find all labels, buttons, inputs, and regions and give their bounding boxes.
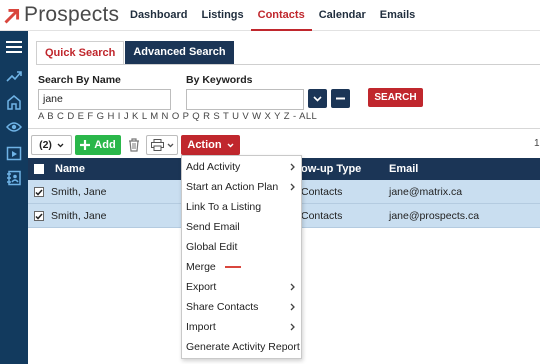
chevron-right-icon bbox=[290, 323, 295, 331]
menu-item-link-to-listing[interactable]: Link To a Listing bbox=[182, 197, 301, 217]
keywords-input[interactable] bbox=[186, 89, 304, 110]
menu-item-label: Share Contacts bbox=[186, 301, 259, 313]
menu-item-label: Link To a Listing bbox=[186, 201, 262, 213]
chevron-down-icon bbox=[313, 95, 322, 102]
tab-advanced-search[interactable]: Advanced Search bbox=[125, 41, 234, 64]
print-dropdown-button[interactable] bbox=[146, 135, 178, 155]
contacts-book-icon[interactable] bbox=[4, 168, 24, 188]
selected-count: (2) bbox=[39, 139, 52, 151]
nav-emails[interactable]: Emails bbox=[373, 0, 422, 31]
menu-item-label: Export bbox=[186, 281, 217, 293]
trending-icon[interactable] bbox=[4, 66, 24, 86]
keywords-label: By Keywords bbox=[186, 74, 253, 86]
chevron-right-icon bbox=[290, 183, 295, 191]
selected-count-dropdown[interactable]: (2) bbox=[31, 135, 72, 155]
merge-highlight-mark bbox=[224, 266, 241, 268]
home-icon[interactable] bbox=[4, 92, 24, 112]
menu-item-merge[interactable]: Merge bbox=[182, 257, 301, 277]
chevron-down-icon bbox=[167, 143, 173, 147]
row-email[interactable]: jane@prospects.ca bbox=[389, 204, 479, 227]
keywords-dropdown-button[interactable] bbox=[308, 89, 327, 108]
add-label: Add bbox=[94, 139, 116, 151]
name-search-input[interactable]: jane bbox=[38, 89, 171, 110]
main-content: Quick Search Advanced Search Search By N… bbox=[28, 31, 540, 364]
menu-item-generate-activity-report[interactable]: Generate Activity Report bbox=[182, 337, 301, 357]
chevron-right-icon bbox=[290, 283, 295, 291]
top-bar: Prospects Dashboard Listings Contacts Ca… bbox=[0, 0, 540, 31]
action-dropdown-button[interactable]: Action bbox=[181, 135, 240, 155]
app-name: Prospects bbox=[24, 3, 120, 26]
chevron-right-icon bbox=[290, 163, 295, 171]
calendar-play-icon[interactable] bbox=[4, 143, 24, 163]
menu-item-label: Merge bbox=[186, 261, 216, 273]
keywords-remove-button[interactable] bbox=[331, 89, 350, 108]
menu-item-send-email[interactable]: Send Email bbox=[182, 217, 301, 237]
add-button[interactable]: Add bbox=[75, 135, 121, 155]
minus-icon bbox=[336, 97, 345, 100]
menu-item-share-contacts[interactable]: Share Contacts bbox=[182, 297, 301, 317]
column-header-email[interactable]: Email bbox=[389, 158, 418, 180]
plus-icon bbox=[80, 140, 91, 150]
menu-item-global-edit[interactable]: Global Edit bbox=[182, 237, 301, 257]
delete-button[interactable] bbox=[125, 135, 143, 155]
menu-item-add-activity[interactable]: Add Activity bbox=[182, 157, 301, 177]
printer-icon bbox=[150, 139, 164, 151]
search-button[interactable]: SEARCH bbox=[368, 88, 423, 107]
eye-icon[interactable] bbox=[4, 117, 24, 137]
menu-item-export[interactable]: Export bbox=[182, 277, 301, 297]
menu-item-start-action-plan[interactable]: Start an Action Plan bbox=[182, 177, 301, 197]
search-tabs: Quick Search Advanced Search bbox=[36, 41, 234, 64]
row-checkbox[interactable] bbox=[34, 187, 44, 197]
menu-item-label: Add Activity bbox=[186, 161, 241, 173]
menu-item-label: Generate Activity Report bbox=[186, 341, 300, 353]
tab-underline bbox=[36, 64, 540, 65]
row-name[interactable]: Smith, Jane bbox=[51, 204, 106, 227]
row-followup-type: Contacts bbox=[301, 209, 343, 222]
column-header-name[interactable]: Name bbox=[55, 158, 85, 180]
menu-item-label: Start an Action Plan bbox=[186, 181, 279, 193]
nav-listings[interactable]: Listings bbox=[194, 0, 250, 31]
checkmark-icon bbox=[35, 213, 43, 220]
menu-item-label: Send Email bbox=[186, 221, 240, 233]
menu-icon[interactable] bbox=[4, 37, 24, 57]
menu-item-label: Import bbox=[186, 321, 216, 333]
sidebar bbox=[0, 31, 28, 364]
main-nav: Dashboard Listings Contacts Calendar Ema… bbox=[123, 0, 422, 31]
alphabet-filter[interactable]: A B C D E F G H I J K L M N O P Q R S T … bbox=[38, 111, 317, 122]
chevron-right-icon bbox=[290, 303, 295, 311]
action-menu: Add Activity Start an Action Plan Link T… bbox=[181, 155, 302, 359]
tab-quick-search[interactable]: Quick Search bbox=[36, 41, 125, 64]
column-header-followup-type[interactable]: ow-up Type bbox=[301, 158, 361, 180]
nav-dashboard[interactable]: Dashboard bbox=[123, 0, 194, 31]
app-logo[interactable]: Prospects bbox=[4, 3, 119, 27]
logo-arrow-icon bbox=[4, 8, 20, 23]
row-followup-type: Contacts bbox=[301, 185, 343, 198]
action-label: Action bbox=[187, 139, 222, 151]
row-checkbox[interactable] bbox=[34, 211, 44, 221]
select-all-checkbox[interactable] bbox=[34, 164, 44, 174]
checkmark-icon bbox=[35, 189, 43, 196]
menu-item-import[interactable]: Import bbox=[182, 317, 301, 337]
section-divider bbox=[28, 128, 540, 129]
menu-item-label: Global Edit bbox=[186, 241, 238, 253]
chevron-down-icon bbox=[227, 143, 234, 147]
page-number[interactable]: 1 bbox=[534, 138, 540, 149]
nav-contacts[interactable]: Contacts bbox=[250, 0, 312, 31]
row-name[interactable]: Smith, Jane bbox=[51, 180, 106, 203]
chevron-down-icon bbox=[57, 143, 64, 147]
nav-calendar[interactable]: Calendar bbox=[312, 0, 373, 31]
search-by-name-label: Search By Name bbox=[38, 74, 121, 86]
trash-icon bbox=[129, 138, 139, 152]
row-email[interactable]: jane@matrix.ca bbox=[389, 180, 462, 203]
